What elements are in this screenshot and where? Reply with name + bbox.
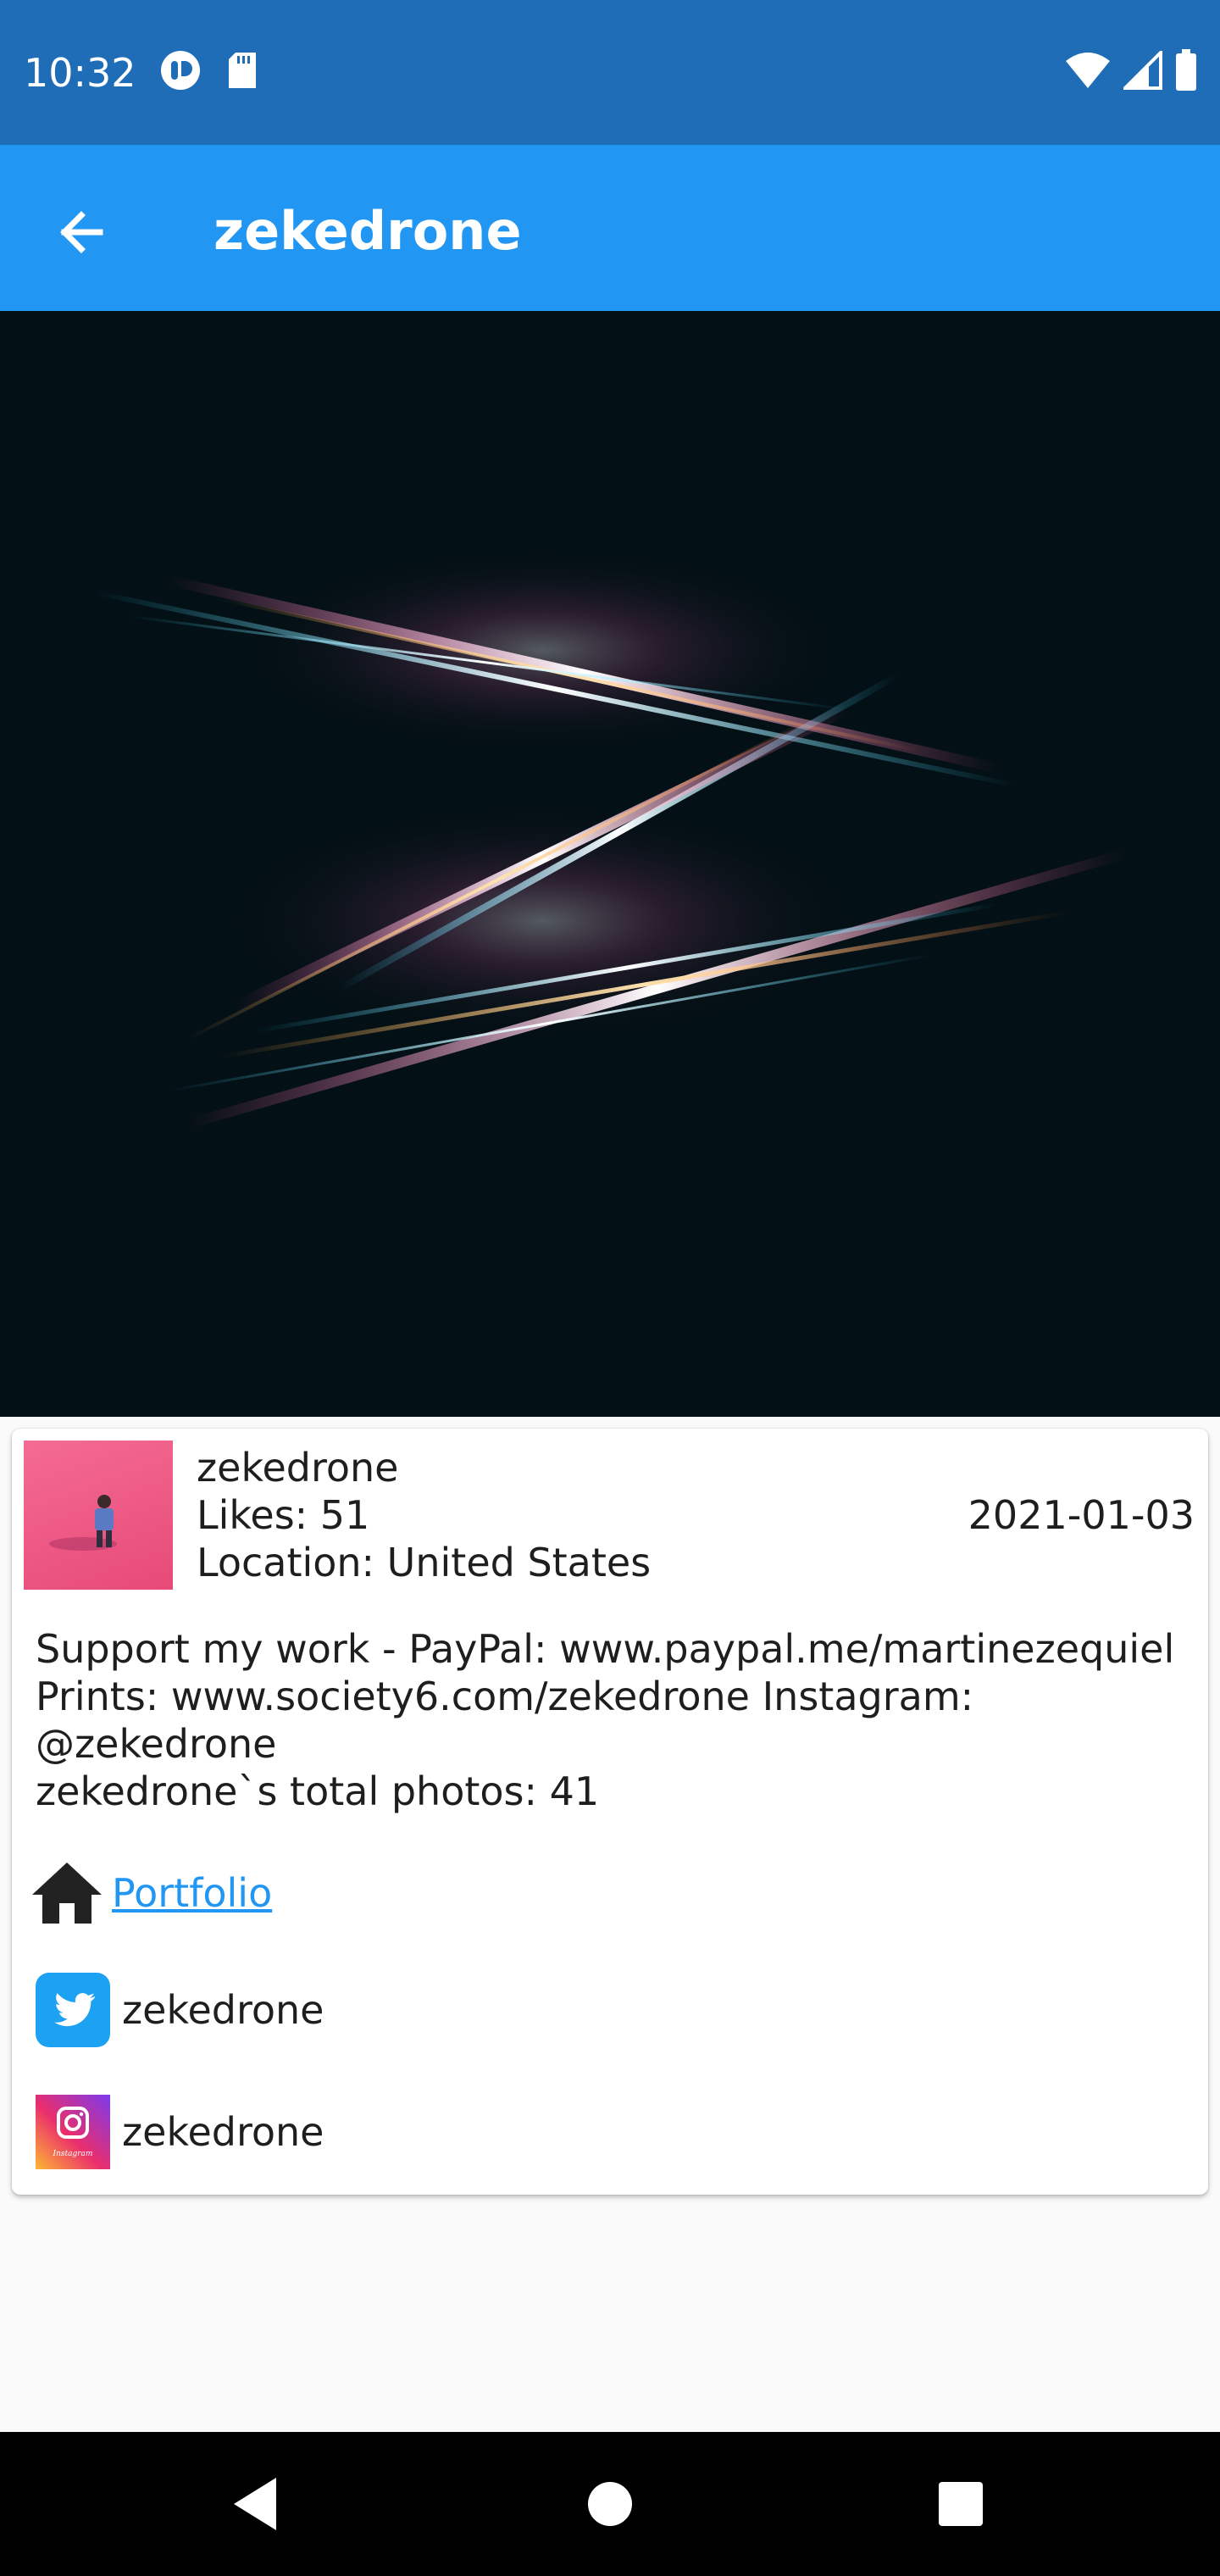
home-icon xyxy=(32,1863,102,1924)
username: zekedrone xyxy=(197,1445,399,1491)
light-streak-artwork xyxy=(92,548,1128,1130)
sd-card-icon xyxy=(229,53,256,88)
location: Location: United States xyxy=(197,1540,652,1585)
back-button[interactable] xyxy=(44,194,120,270)
nav-home-icon[interactable] xyxy=(586,2480,634,2528)
battery-icon xyxy=(1176,49,1196,91)
portfolio-link[interactable]: Portfolio xyxy=(112,1869,272,1917)
instagram-handle[interactable]: zekedrone xyxy=(122,2108,324,2156)
app-bar: zekedrone xyxy=(0,145,1220,311)
likes-count: Likes: 51 xyxy=(197,1492,370,1538)
post-date: 2021-01-03 xyxy=(968,1492,1195,1538)
user-card: zekedrone Likes: 51 Location: United Sta… xyxy=(12,1429,1208,2195)
status-bar: 10:32 xyxy=(0,0,1220,145)
twitter-handle[interactable]: zekedrone xyxy=(122,1986,324,2034)
arrow-back-icon[interactable] xyxy=(44,194,120,270)
nav-back-icon[interactable] xyxy=(230,2474,281,2534)
status-icons-left xyxy=(159,49,259,92)
wifi-icon xyxy=(1066,53,1110,88)
instagram-icon[interactable]: Instagram xyxy=(36,2095,110,2169)
total-photos: zekedrone`s total photos: 41 xyxy=(36,1768,600,1814)
cellular-signal-icon xyxy=(1123,51,1162,90)
system-nav-bar xyxy=(0,2432,1220,2576)
status-time: 10:32 xyxy=(24,50,136,96)
avatar[interactable] xyxy=(24,1441,173,1590)
nav-recents-icon[interactable] xyxy=(937,2480,984,2528)
twitter-icon[interactable] xyxy=(36,1973,110,2047)
page-title: zekedrone xyxy=(214,200,522,262)
instagram-badge-text: Instagram xyxy=(53,2150,93,2158)
avatar-photo xyxy=(49,1495,117,1551)
bio-line-2: Prints: www.society6.com/zekedrone Insta… xyxy=(36,1674,974,1767)
bio-line-1: Support my work - PayPal: www.paypal.me/… xyxy=(36,1626,1175,1672)
hero-photo[interactable] xyxy=(0,311,1220,1417)
app-notification-icon xyxy=(161,51,200,90)
status-icons-right xyxy=(1064,49,1198,92)
